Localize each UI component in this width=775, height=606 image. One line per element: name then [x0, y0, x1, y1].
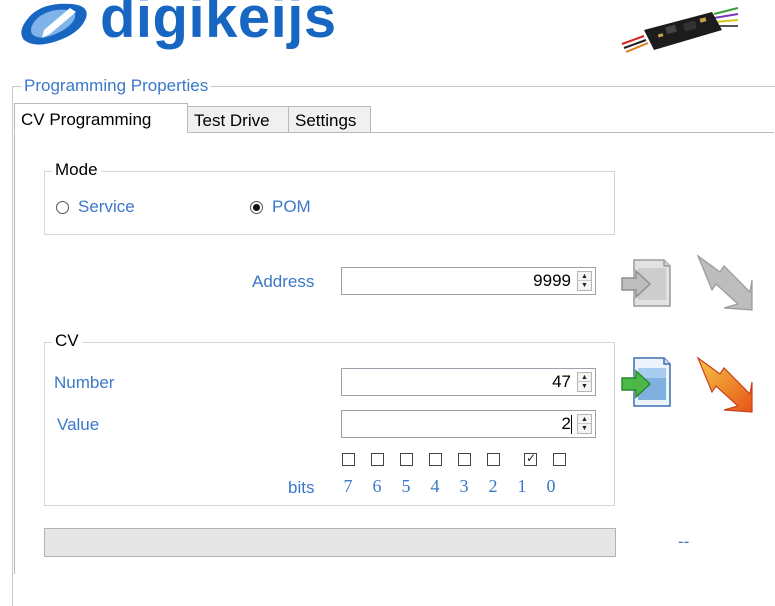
cv-number-decrement-button[interactable]: ▼: [578, 382, 591, 391]
bit-number: 3: [459, 476, 469, 496]
registered-mark: ®: [339, 0, 351, 1]
bit-0-checkbox[interactable]: [553, 453, 566, 466]
address-decrement-button[interactable]: ▼: [578, 281, 591, 290]
cv-value-spin-input[interactable]: 2 ▲ ▼: [341, 410, 596, 438]
write-cv-icon: [696, 356, 753, 413]
status-text: --: [678, 532, 690, 551]
address-spin-input[interactable]: 9999 ▲ ▼: [341, 267, 596, 295]
cv-group-title: CV: [52, 331, 82, 351]
bit-number: 7: [343, 476, 353, 496]
mode-group-title: Mode: [52, 160, 101, 180]
cv-number-value[interactable]: 47: [552, 372, 571, 392]
radio-service-label: Service: [78, 197, 135, 216]
cv-number-spin-input[interactable]: 47 ▲ ▼: [341, 368, 596, 396]
bit-number: 4: [430, 476, 440, 496]
tab-settings[interactable]: Settings: [288, 106, 371, 133]
bit-7-checkbox[interactable]: [342, 453, 355, 466]
address-increment-button[interactable]: ▲: [578, 272, 591, 281]
tab-label: CV Programming: [21, 110, 152, 129]
read-cv-icon: [621, 357, 671, 407]
write-cv-button[interactable]: [694, 354, 754, 414]
tab-test-drive[interactable]: Test Drive: [187, 106, 289, 133]
bits-label: bits: [288, 478, 315, 497]
cv-value-increment-button[interactable]: ▲: [578, 415, 591, 424]
cv-number-increment-button[interactable]: ▲: [578, 373, 591, 382]
progress-bar: [44, 528, 616, 557]
bit-number: 6: [372, 476, 382, 496]
radio-service[interactable]: Service: [56, 196, 135, 218]
text-caret: [571, 415, 572, 434]
cv-number-spin-buttons: ▲ ▼: [577, 372, 592, 392]
read-address-icon: [621, 259, 671, 307]
address-spin-buttons: ▲ ▼: [577, 271, 592, 291]
bit-3-checkbox[interactable]: [458, 453, 471, 466]
cv-value-decrement-button[interactable]: ▼: [578, 424, 591, 433]
cv-value-value[interactable]: 2: [562, 414, 571, 434]
cv-number-label: Number: [54, 373, 115, 392]
bit-5-checkbox[interactable]: [400, 453, 413, 466]
tab-cv-programming[interactable]: CV Programming: [14, 103, 188, 133]
write-address-button[interactable]: [694, 252, 754, 312]
brand-logo-text: digikeijs®: [100, 0, 351, 51]
tab-label: Test Drive: [194, 111, 270, 130]
radio-service-indicator[interactable]: [56, 200, 69, 214]
write-address-icon: [696, 254, 753, 311]
bit-number: 0: [546, 476, 556, 496]
bit-numbers: 7 6 5 4 3 2 1 0: [341, 476, 581, 498]
cv-value-label: Value: [57, 415, 100, 434]
bit-2-checkbox[interactable]: [487, 453, 500, 466]
bit-number: 5: [401, 476, 411, 496]
bit-checkboxes: [342, 451, 572, 469]
brand-name: digikeijs: [100, 0, 337, 50]
bit-1-checkbox[interactable]: [524, 451, 537, 466]
read-cv-button[interactable]: [620, 354, 672, 410]
tab-label: Settings: [295, 111, 357, 130]
bit-number: 1: [517, 476, 527, 496]
address-label: Address: [252, 272, 315, 291]
read-address-button[interactable]: [620, 254, 672, 310]
digikeijs-logo-icon: [14, 0, 96, 46]
radio-pom[interactable]: POM: [250, 196, 311, 218]
bit-number: 2: [488, 476, 498, 496]
radio-pom-label: POM: [272, 197, 311, 216]
cv-value-spin-buttons: ▲ ▼: [577, 414, 592, 434]
bit-4-checkbox[interactable]: [429, 453, 442, 466]
radio-pom-indicator[interactable]: [250, 200, 263, 214]
programming-properties-title: Programming Properties: [22, 76, 211, 96]
decoder-image: [614, 0, 742, 58]
address-value[interactable]: 9999: [533, 271, 571, 291]
bit-6-checkbox[interactable]: [371, 453, 384, 466]
